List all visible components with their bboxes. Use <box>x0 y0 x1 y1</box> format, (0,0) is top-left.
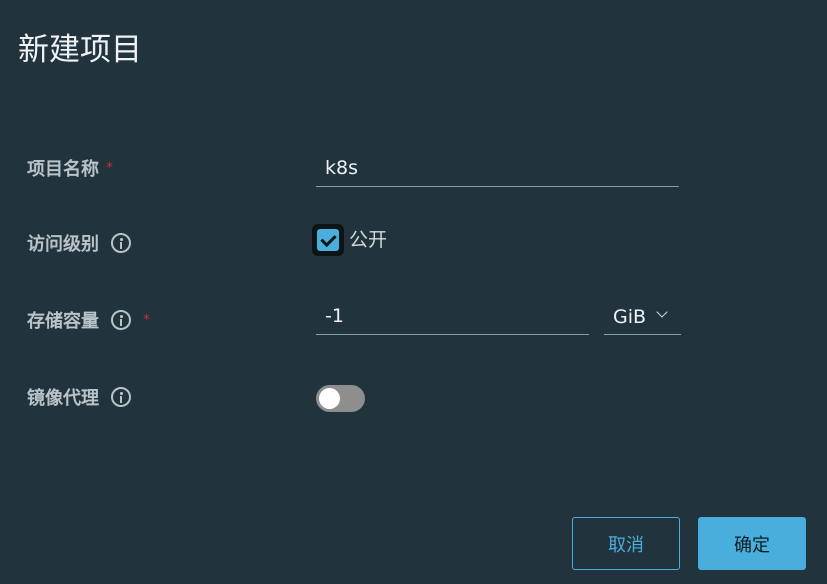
cancel-button[interactable]: 取消 <box>572 517 680 570</box>
storage-quota-input[interactable] <box>316 298 589 335</box>
check-icon <box>320 230 337 248</box>
info-icon[interactable] <box>111 310 131 330</box>
info-icon[interactable] <box>111 387 131 407</box>
toggle-knob <box>319 388 340 409</box>
required-mark: * <box>143 312 150 328</box>
info-icon[interactable] <box>111 233 131 253</box>
chevron-down-icon <box>656 306 668 318</box>
proxy-cache-label: 镜像代理 <box>27 388 99 409</box>
project-name-input[interactable] <box>316 150 679 187</box>
required-mark: * <box>106 160 113 176</box>
project-name-label-row: 项目名称 * <box>27 154 113 182</box>
storage-quota-label: 存储容量 <box>27 311 99 332</box>
checkbox-fill <box>317 229 339 251</box>
storage-quota-label-row: 存储容量 * <box>27 306 150 334</box>
ok-button[interactable]: 确定 <box>698 517 806 570</box>
storage-unit-value: GiB <box>613 306 647 328</box>
dialog-title: 新建项目 <box>18 32 142 68</box>
access-level-label: 访问级别 <box>27 234 99 255</box>
proxy-cache-label-row: 镜像代理 <box>27 383 131 411</box>
public-checkbox[interactable] <box>312 224 344 256</box>
access-level-label-row: 访问级别 <box>27 229 131 257</box>
project-name-label: 项目名称 <box>27 159 99 180</box>
proxy-cache-toggle[interactable] <box>316 385 365 412</box>
public-checkbox-label[interactable]: 公开 <box>349 226 387 254</box>
storage-unit-select[interactable]: GiB <box>604 300 681 335</box>
